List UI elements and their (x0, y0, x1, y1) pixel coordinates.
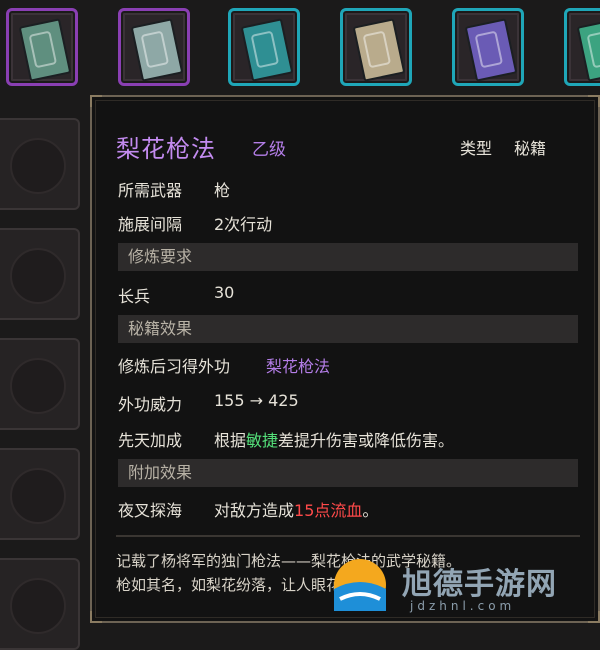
extra-post: 。 (362, 501, 379, 520)
empty-slot-icon (10, 248, 66, 304)
requirement-value: 30 (214, 283, 235, 302)
bonus-attr: 敏捷 (246, 431, 279, 450)
top-slot[interactable] (6, 8, 78, 86)
skill-grade: 乙级 (252, 140, 286, 160)
corner-ornament (588, 95, 600, 107)
empty-slot-icon (10, 468, 66, 524)
extra-header: 附加效果 (118, 459, 578, 487)
inventory-slot[interactable] (0, 118, 80, 210)
top-slot[interactable] (452, 8, 524, 86)
power-label: 外功威力 (118, 395, 183, 414)
learn-label: 修炼后习得外功 (118, 357, 231, 376)
type-value: 秘籍 (514, 139, 547, 158)
empty-slot-icon (10, 138, 66, 194)
requirements-header: 修炼要求 (118, 243, 578, 271)
bonus-post: 差提升伤害或降低伤害。 (278, 431, 455, 450)
weapon-value: 枪 (214, 181, 231, 200)
inventory-slot[interactable] (0, 558, 80, 650)
bonus-label: 先天加成 (118, 431, 183, 450)
extra-label: 夜叉探海 (118, 501, 183, 520)
extra-text: 对敌方造成15点流血。 (214, 497, 378, 521)
extra-highlight: 15点流血 (294, 501, 363, 520)
empty-slot-icon (10, 578, 66, 634)
divider (116, 535, 580, 537)
type-label: 类型 (460, 139, 493, 158)
book-icon (576, 18, 600, 82)
inventory-slot[interactable] (0, 338, 80, 430)
interval-value: 2次行动 (214, 215, 273, 234)
effects-header: 秘籍效果 (118, 315, 578, 343)
book-icon (130, 18, 184, 82)
inventory-slot[interactable] (0, 228, 80, 320)
bonus-pre: 根据 (214, 431, 247, 450)
top-slot[interactable] (564, 8, 600, 86)
top-slot[interactable] (228, 8, 300, 86)
top-slot[interactable] (340, 8, 412, 86)
inventory-slot[interactable] (0, 448, 80, 540)
watermark: 旭德手游网 jdzhnl.com (330, 555, 595, 617)
empty-slot-icon (10, 358, 66, 414)
learn-value: 梨花枪法 (266, 357, 331, 376)
book-icon (352, 18, 406, 82)
book-icon (18, 18, 72, 82)
requirement-label: 长兵 (118, 287, 151, 306)
interval-label: 施展间隔 (118, 215, 183, 234)
watermark-url: jdzhnl.com (410, 599, 516, 613)
extra-pre: 对敌方造成 (214, 501, 295, 520)
top-slot[interactable] (118, 8, 190, 86)
corner-ornament (90, 95, 102, 107)
watermark-text: 旭德手游网 (402, 567, 557, 602)
book-icon (240, 18, 294, 82)
skill-name: 梨花枪法 (116, 135, 216, 163)
corner-ornament (90, 611, 102, 623)
weapon-label: 所需武器 (118, 181, 183, 200)
item-tooltip: 梨花枪法 乙级 类型 秘籍 所需武器 枪 施展间隔 2次行动 修炼要求 长兵 3… (90, 95, 600, 623)
bonus-text: 根据敏捷差提升伤害或降低伤害。 (214, 427, 454, 451)
watermark-logo-icon (334, 559, 386, 611)
power-value: 155 → 425 (214, 391, 299, 410)
book-icon (464, 18, 518, 82)
